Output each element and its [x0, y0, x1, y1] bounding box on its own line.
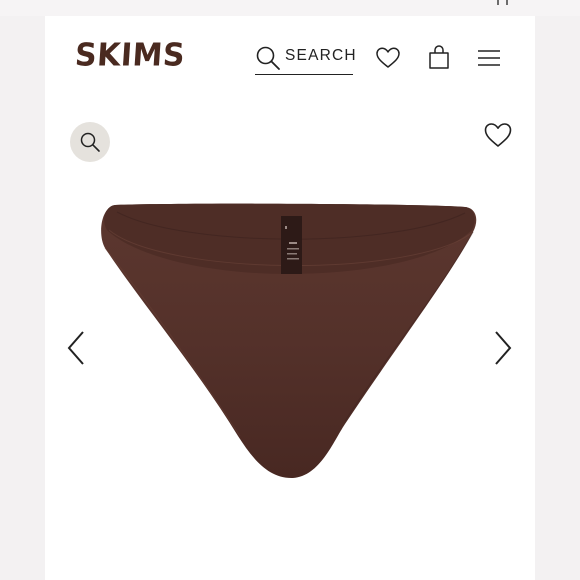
favorite-heart-icon[interactable]	[483, 120, 513, 150]
zoom-button[interactable]	[70, 122, 110, 162]
chevron-right-icon[interactable]	[490, 330, 514, 366]
magnifier-icon	[80, 132, 100, 152]
product-image	[101, 203, 477, 479]
chevron-left-icon[interactable]	[65, 330, 89, 366]
cropped-icon-fragment	[497, 0, 508, 5]
app-frame: SKIMS SEARCH	[45, 16, 535, 580]
top-cropped-strip	[0, 0, 580, 16]
